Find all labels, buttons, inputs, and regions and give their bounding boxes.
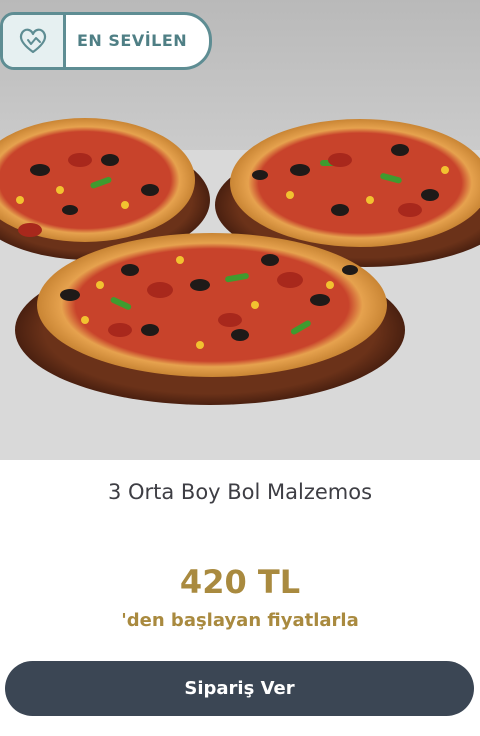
badge-label: EN SEVİLEN [77,31,188,50]
price-note: 'den başlayan fiyatlarla [121,610,359,631]
order-button[interactable]: Sipariş Ver [5,661,474,716]
favorite-badge: EN SEVİLEN [0,12,212,70]
product-name[interactable]: 3 Orta Boy Bol Malzemos [0,480,480,504]
product-price: 420 TL [179,563,301,601]
heart-hand-icon [3,15,66,67]
product-card[interactable]: EN SEVİLEN 3 Orta Boy Bol Malzemos 420 T… [0,0,480,736]
